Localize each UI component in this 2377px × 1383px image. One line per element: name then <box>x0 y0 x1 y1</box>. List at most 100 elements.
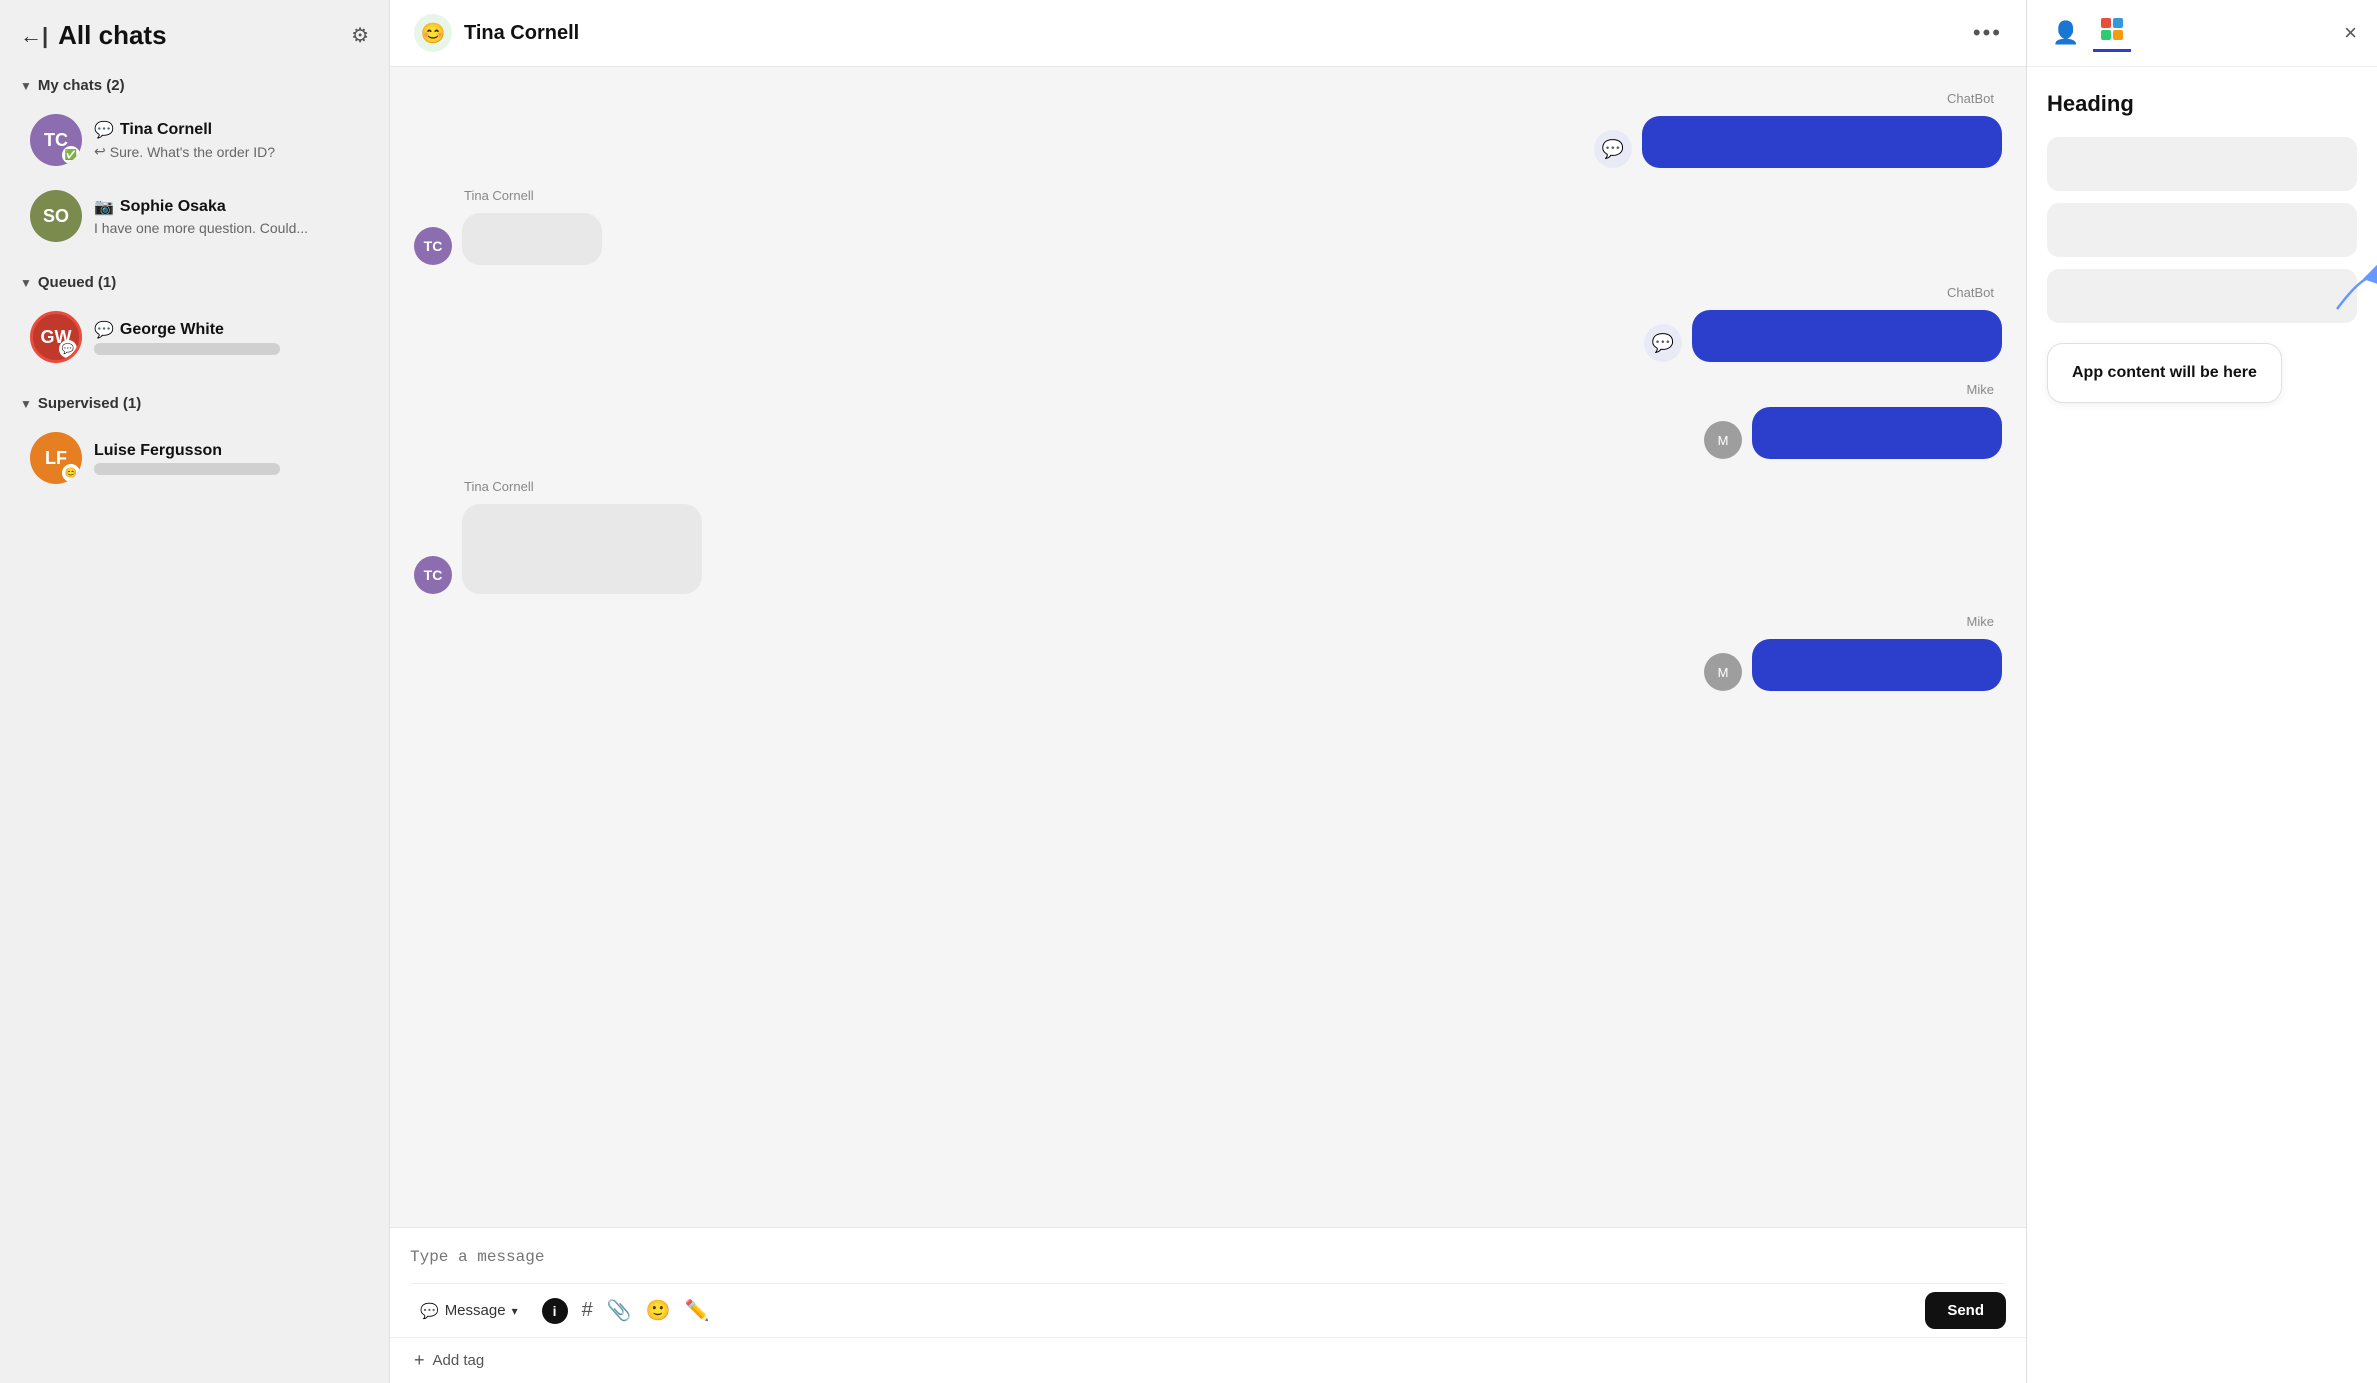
sidebar: ←| All chats ⚙ ▼ My chats (2) TC ✅ 💬 Tin… <box>0 0 390 1383</box>
message-group-4: Mike M <box>414 382 2002 459</box>
chat-header: 😊 Tina Cornell ••• <box>390 0 2026 67</box>
messages-container: ChatBot 💬 Tina Cornell TC ChatBot 💬 Mike <box>390 67 2026 1227</box>
message-group-1: ChatBot 💬 <box>414 91 2002 168</box>
chat-item-luise[interactable]: LF 😊 Luise Fergusson <box>10 422 379 494</box>
chat-name-luise: Luise Fergusson <box>94 442 359 460</box>
chat-name-sophie: 📷 Sophie Osaka <box>94 197 359 217</box>
message-group-3: ChatBot 💬 <box>414 285 2002 362</box>
avatar-sophie: SO <box>30 190 82 242</box>
message-row-6: M <box>414 639 2002 691</box>
bot-avatar-2: 💬 <box>1644 324 1682 362</box>
sender-label-mike-2: Mike <box>414 614 2002 629</box>
message-group-5: Tina Cornell TC <box>414 479 2002 594</box>
contact-name: Tina Cornell <box>464 22 579 45</box>
chat-bubble-icon: 💬 <box>420 1302 439 1320</box>
app-content-box: App content will be here <box>2047 343 2282 403</box>
sender-label-tina-1: Tina Cornell <box>414 188 2002 203</box>
tina-avatar-msg: TC <box>414 227 452 265</box>
chat-info-george: 💬 George White <box>94 320 359 355</box>
tina-avatar-msg-2: TC <box>414 556 452 594</box>
hashtag-icon[interactable]: # <box>582 1299 593 1322</box>
sidebar-header: ←| All chats ⚙ <box>0 12 389 67</box>
section-queued[interactable]: ▼ Queued (1) <box>0 264 389 299</box>
more-options-icon[interactable]: ••• <box>1973 20 2002 46</box>
skeleton-block-1 <box>2047 137 2357 191</box>
avatar-badge-george: 💬 <box>59 340 77 358</box>
tab-profile[interactable]: 👤 <box>2047 14 2085 52</box>
right-panel: 👤 × Heading <box>2027 0 2377 1383</box>
sender-label-tina-2: Tina Cornell <box>414 479 2002 494</box>
section-queued-label: Queued (1) <box>38 274 116 291</box>
chat-preview-luise <box>94 463 359 475</box>
message-row-5: TC <box>414 504 2002 594</box>
emoji-icon[interactable]: 🙂 <box>646 1298 671 1323</box>
contact-emoji: 😊 <box>414 14 452 52</box>
chat-info-luise: Luise Fergusson <box>94 442 359 475</box>
right-panel-heading: Heading <box>2047 91 2357 117</box>
message-bubble-2 <box>462 213 602 265</box>
skeleton-block-2 <box>2047 203 2357 257</box>
instagram-icon: 📷 <box>94 197 114 217</box>
mike-avatar-1: M <box>1704 421 1742 459</box>
skeleton-george <box>94 343 280 355</box>
section-supervised[interactable]: ▼ Supervised (1) <box>0 385 389 420</box>
plus-icon: + <box>414 1350 425 1371</box>
message-row-3: 💬 <box>414 310 2002 362</box>
close-button[interactable]: × <box>2344 20 2357 46</box>
chat-item-george[interactable]: GW 💬 💬 George White <box>10 301 379 373</box>
attachment-icon[interactable]: 📎 <box>607 1298 632 1323</box>
section-my-chats-label: My chats (2) <box>38 77 125 94</box>
reply-icon: ↩ <box>94 143 106 160</box>
avatar-badge-tina: ✅ <box>62 146 80 164</box>
right-panel-header: 👤 × <box>2027 0 2377 67</box>
sender-label-chatbot-1: ChatBot <box>414 91 2002 106</box>
skeleton-luise <box>94 463 280 475</box>
bot-avatar-1: 💬 <box>1594 130 1632 168</box>
chat-item-sophie[interactable]: SO 📷 Sophie Osaka I have one more questi… <box>10 180 379 252</box>
avatar-badge-luise: 😊 <box>62 464 80 482</box>
avatar-tina: TC ✅ <box>30 114 82 166</box>
sender-label-chatbot-2: ChatBot <box>414 285 2002 300</box>
input-toolbar: 💬 Message ▾ i # 📎 🙂 ✏️ Send <box>410 1283 2006 1329</box>
add-tag-row[interactable]: + Add tag <box>390 1337 2026 1383</box>
chevron-down-icon: ▼ <box>20 276 32 290</box>
chat-info-tina: 💬 Tina Cornell ↩ Sure. What's the order … <box>94 120 359 160</box>
chat-preview-george <box>94 343 359 355</box>
app-content-text: App content will be here <box>2072 364 2257 381</box>
back-arrow-icon[interactable]: ←| <box>20 23 48 49</box>
message-row-1: 💬 <box>414 116 2002 168</box>
message-type-button[interactable]: 💬 Message ▾ <box>410 1296 528 1326</box>
chat-item-tina[interactable]: TC ✅ 💬 Tina Cornell ↩ Sure. What's the o… <box>10 104 379 176</box>
mike-avatar-2: M <box>1704 653 1742 691</box>
message-bubble-3 <box>1692 310 2002 362</box>
message-group-6: Mike M <box>414 614 2002 691</box>
arrow-indicator <box>2327 259 2377 319</box>
message-input[interactable] <box>410 1244 2006 1278</box>
section-my-chats[interactable]: ▼ My chats (2) <box>0 67 389 102</box>
skeleton-block-3 <box>2047 269 2357 323</box>
chat-header-left: 😊 Tina Cornell <box>414 14 579 52</box>
filter-icon[interactable]: ⚙ <box>351 23 369 48</box>
message-row-2: TC <box>414 213 2002 265</box>
messenger-icon-george: 💬 <box>94 320 114 340</box>
messenger-icon: 💬 <box>94 120 114 140</box>
info-icon[interactable]: i <box>542 1298 568 1324</box>
chat-main: 😊 Tina Cornell ••• ChatBot 💬 Tina Cornel… <box>390 0 2027 1383</box>
chevron-down-icon: ▾ <box>512 1304 518 1318</box>
right-panel-content: Heading App content will be here <box>2027 67 2377 1383</box>
message-bubble-5 <box>462 504 702 594</box>
chat-name-tina: 💬 Tina Cornell <box>94 120 359 140</box>
message-row-4: M <box>414 407 2002 459</box>
chat-input-area: 💬 Message ▾ i # 📎 🙂 ✏️ Send <box>390 1227 2026 1337</box>
right-panel-tabs: 👤 <box>2047 14 2131 52</box>
magic-icon[interactable]: ✏️ <box>685 1298 710 1323</box>
sidebar-title: All chats <box>58 20 166 51</box>
message-type-label: Message <box>445 1302 506 1319</box>
chevron-down-icon: ▼ <box>20 397 32 411</box>
app-icon <box>2099 16 2125 48</box>
add-tag-label: Add tag <box>433 1352 485 1369</box>
profile-icon: 👤 <box>2052 20 2079 46</box>
tab-app[interactable] <box>2093 14 2131 52</box>
message-group-2: Tina Cornell TC <box>414 188 2002 265</box>
send-button[interactable]: Send <box>1925 1292 2006 1329</box>
